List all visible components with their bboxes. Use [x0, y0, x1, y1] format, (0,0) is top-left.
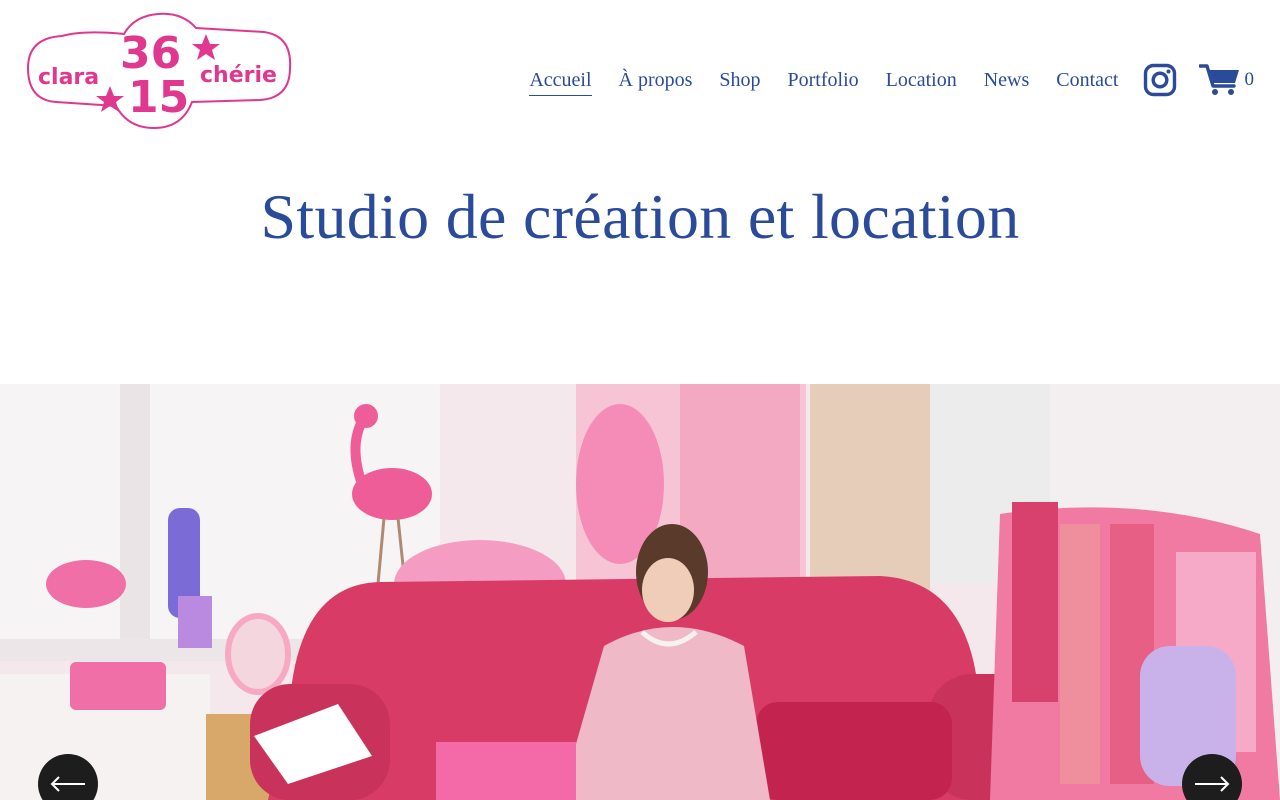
- cart-count: 0: [1244, 69, 1255, 90]
- logo-word-right: chérie: [200, 63, 277, 88]
- star-icon: [192, 34, 220, 60]
- nav-news[interactable]: News: [984, 70, 1030, 90]
- hero-photo: [0, 384, 1280, 800]
- page-title: Studio de création et location: [260, 181, 1020, 252]
- nav-portfolio[interactable]: Portfolio: [788, 70, 859, 90]
- hero-slideshow: [0, 384, 1280, 800]
- instagram-icon[interactable]: [1143, 63, 1177, 97]
- nav-accueil[interactable]: Accueil: [529, 70, 592, 96]
- nav-shop[interactable]: Shop: [719, 70, 760, 90]
- nav-contact[interactable]: Contact: [1056, 70, 1118, 90]
- logo-word-left: clara: [38, 65, 99, 90]
- nav-a-propos[interactable]: À propos: [619, 70, 693, 90]
- site-header: clara 36 15 chérie Accueil À propos Shop…: [0, 0, 1280, 160]
- site-logo[interactable]: clara 36 15 chérie: [24, 12, 292, 130]
- main-nav: Accueil À propos Shop Portfolio Location…: [502, 56, 1254, 104]
- shopping-cart-icon: [1198, 64, 1239, 95]
- arrow-left-icon: [50, 776, 85, 792]
- arrow-right-icon: [1195, 776, 1230, 792]
- star-icon: [96, 86, 124, 112]
- cart-button[interactable]: 0: [1198, 63, 1255, 97]
- logo-number-bottom: 15: [128, 72, 189, 123]
- nav-location[interactable]: Location: [886, 70, 957, 90]
